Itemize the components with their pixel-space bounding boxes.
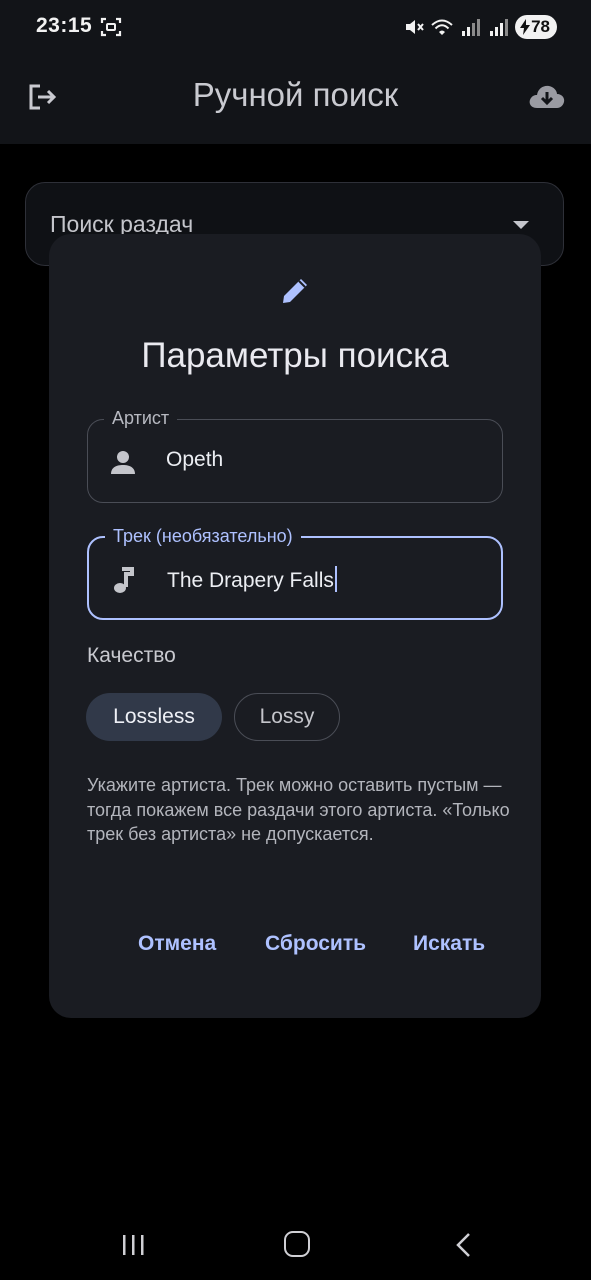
search-button[interactable]: Искать [413,932,485,956]
mute-icon [406,20,424,34]
page-title: Ручной поиск [192,76,399,113]
back-icon[interactable] [452,1230,476,1260]
battery-charging-icon [520,19,531,35]
quality-label: Качество [87,644,176,667]
signal-icon [490,19,509,36]
track-input-text: The Drapery Falls [167,569,334,592]
caret-down-icon [513,221,529,229]
quality-chip-lossy[interactable]: Lossy [234,693,340,741]
pencil-icon [283,279,307,303]
dialog-title: Параметры поиска [141,336,449,375]
track-field[interactable]: Трек (необязательно) The Drapery Falls [87,525,503,620]
wifi-icon [431,19,453,35]
quality-chip-lossless[interactable]: Lossless [86,693,222,741]
text-cursor [334,566,337,592]
hint-text: Укажите артиста. Трек можно оставить пус… [87,775,510,844]
cancel-button[interactable]: Отмена [138,932,216,956]
signal-icon [462,19,481,36]
status-bar: 23:15 78 [0,0,591,56]
track-field-label: Трек (необязательно) [105,525,301,547]
app-bar: Ручной поиск [0,56,591,144]
reset-button[interactable]: Сбросить [265,932,366,956]
home-icon[interactable] [284,1231,310,1257]
status-time: 23:15 [36,14,93,37]
artist-field[interactable]: Артист Opeth [87,407,503,503]
artist-field-label: Артист [104,407,178,429]
track-input[interactable]: The Drapery Falls [167,566,337,593]
artist-input[interactable]: Opeth [166,448,223,472]
screenshot-icon [100,17,122,37]
recent-apps-icon[interactable] [120,1233,146,1257]
system-nav-bar [0,1212,591,1280]
music-note-icon [114,567,134,593]
person-icon [111,451,135,474]
search-params-dialog: Параметры поиска Артист Opeth Трек (необ… [49,234,541,1018]
battery-indicator: 78 [515,15,557,39]
status-icons: 78 [403,14,557,40]
battery-level: 78 [531,17,550,36]
cloud-download-icon[interactable] [527,80,567,114]
